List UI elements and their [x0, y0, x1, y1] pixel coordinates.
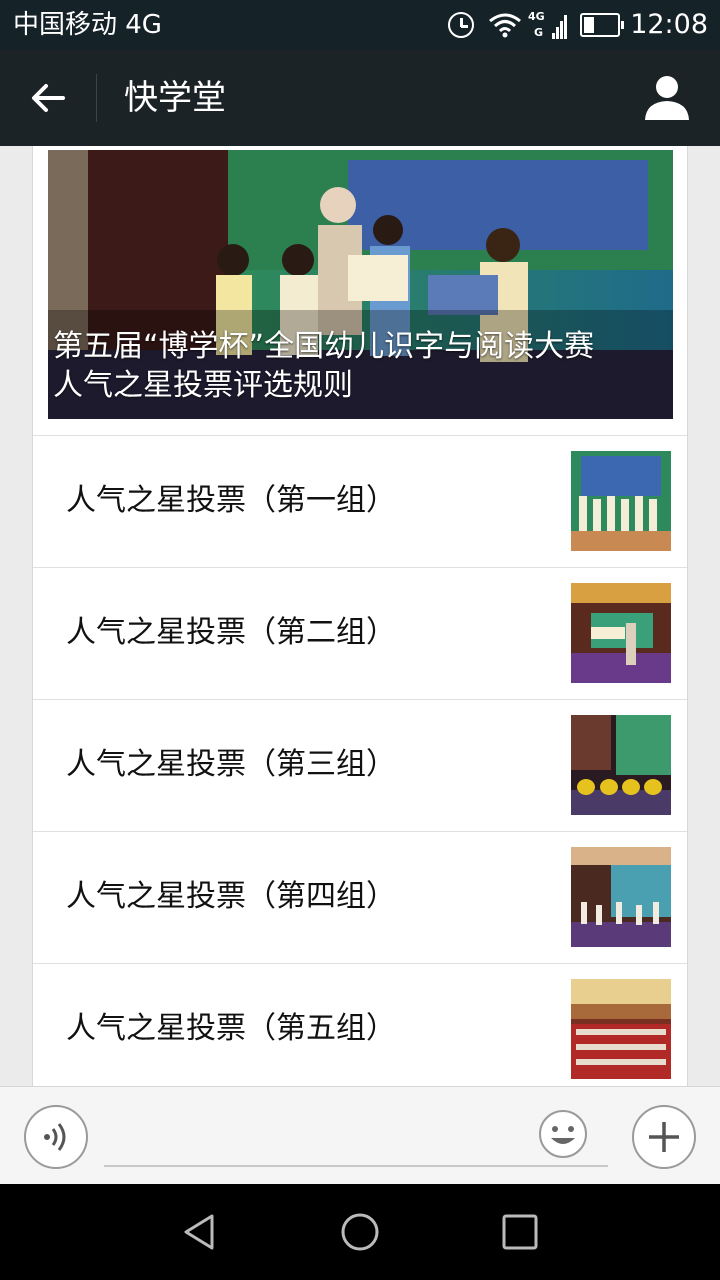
- back-triangle-icon[interactable]: [178, 1210, 222, 1254]
- page-title: 快学堂: [124, 78, 226, 118]
- recents-square-icon[interactable]: [498, 1210, 542, 1254]
- list-item[interactable]: 人气之星投票（第五组）: [33, 964, 687, 1086]
- network-badge-top: 4G: [528, 10, 545, 23]
- cover-title: 第五届“博学杯”全国幼儿识字与阅读大赛 人气之星投票评选规则: [53, 327, 668, 405]
- cover-title-line1: 第五届“博学杯”全国幼儿识字与阅读大赛: [53, 329, 595, 364]
- person-icon[interactable]: [644, 74, 690, 122]
- voice-button[interactable]: [24, 1105, 88, 1169]
- list-item-thumbnail: [571, 451, 671, 551]
- list-item-thumbnail: [571, 979, 671, 1079]
- smiley-icon[interactable]: [538, 1109, 588, 1159]
- app-bar: 快学堂: [0, 50, 720, 146]
- plus-icon: [649, 1122, 679, 1152]
- clock: 12:08: [630, 9, 708, 40]
- list-item[interactable]: 人气之星投票（第一组）: [33, 436, 687, 568]
- status-icons: 4G G 12:08: [448, 7, 708, 43]
- list-item-title: 人气之星投票（第四组）: [66, 879, 396, 914]
- list-item-title: 人气之星投票（第三组）: [66, 747, 396, 782]
- list-item-thumbnail: [571, 715, 671, 815]
- list-item-thumbnail: [571, 583, 671, 683]
- message-input[interactable]: [104, 1111, 608, 1167]
- article-list: 人气之星投票（第一组） 人气之星投票（第二组） 人气之星投票（第三组） 人气之星…: [33, 436, 687, 1086]
- status-bar: 中国移动 4G 4G G 12:08: [0, 0, 720, 50]
- voice-icon: [44, 1123, 66, 1151]
- wifi-icon: [489, 13, 522, 38]
- chat-input-bar: [0, 1086, 720, 1184]
- plus-button[interactable]: [632, 1105, 696, 1169]
- cover-article[interactable]: 第五届“博学杯”全国幼儿识字与阅读大赛 人气之星投票评选规则: [48, 150, 673, 419]
- list-item[interactable]: 人气之星投票（第四组）: [33, 832, 687, 964]
- system-nav-bar: [0, 1184, 720, 1280]
- network-badge-bottom: G: [534, 26, 543, 39]
- list-item[interactable]: 人气之星投票（第三组）: [33, 700, 687, 832]
- list-item-title: 人气之星投票（第一组）: [66, 483, 396, 518]
- carrier-label: 中国移动 4G: [13, 10, 162, 40]
- alarm-icon: [448, 12, 475, 38]
- battery-icon: [580, 13, 625, 37]
- list-item[interactable]: 人气之星投票（第二组）: [33, 568, 687, 700]
- back-button[interactable]: [20, 72, 76, 124]
- arrow-left-icon: [32, 84, 65, 112]
- cover-title-line2: 人气之星投票评选规则: [53, 368, 353, 403]
- list-item-thumbnail: [571, 847, 671, 947]
- article-list-card: 第五届“博学杯”全国幼儿识字与阅读大赛 人气之星投票评选规则 人气之星投票（第一…: [32, 146, 688, 1086]
- home-circle-icon[interactable]: [338, 1210, 382, 1254]
- list-item-title: 人气之星投票（第五组）: [66, 1011, 396, 1046]
- cell-signal-icon: 4G G: [528, 10, 568, 39]
- list-item-title: 人气之星投票（第二组）: [66, 615, 396, 650]
- app-bar-divider: [96, 74, 97, 122]
